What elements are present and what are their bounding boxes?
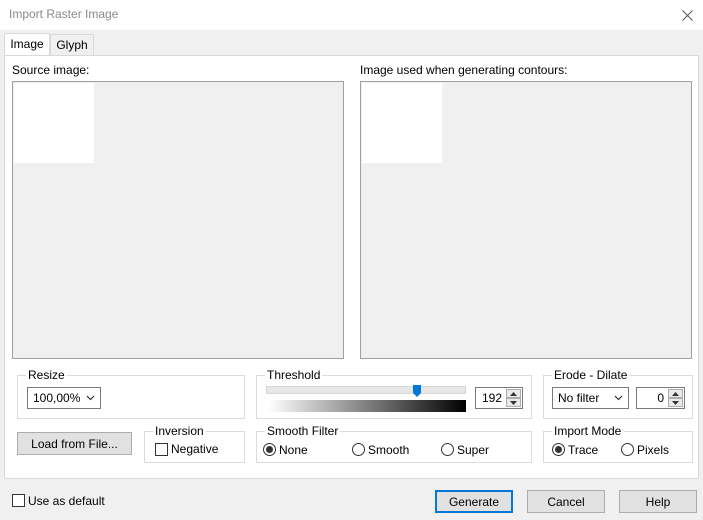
threshold-slider-thumb[interactable] [413, 385, 421, 397]
resize-select[interactable]: 100,00% [27, 387, 101, 409]
window-title: Import Raster Image [9, 7, 119, 21]
smooth-filter-super-label: Super [457, 443, 490, 457]
arrow-down-icon [510, 400, 517, 405]
erode-dilate-value: 0 [657, 391, 664, 405]
source-image-label: Source image: [12, 63, 90, 77]
source-image-thumbnail [14, 83, 94, 163]
arrow-up-icon [510, 391, 517, 396]
erode-dilate-group-title: Erode - Dilate [552, 368, 630, 382]
contour-image-label: Image used when generating contours: [360, 63, 568, 77]
smooth-filter-super-radio[interactable] [441, 443, 454, 456]
tab-image[interactable]: Image [4, 33, 50, 55]
import-mode-trace-radio[interactable] [552, 443, 565, 456]
erode-decrement-button[interactable] [668, 398, 683, 407]
import-mode-group: Import Mode [543, 424, 693, 463]
contour-image-preview [360, 81, 692, 359]
erode-increment-button[interactable] [668, 389, 683, 398]
close-icon [681, 9, 693, 21]
smooth-filter-group-title: Smooth Filter [265, 424, 341, 438]
erode-dilate-spinbox[interactable]: 0 [636, 387, 685, 409]
close-button[interactable] [672, 2, 702, 28]
smooth-filter-none-radio[interactable] [263, 443, 276, 456]
smooth-filter-smooth-radio[interactable] [352, 443, 365, 456]
resize-group-title: Resize [26, 368, 67, 382]
arrow-up-icon [672, 391, 679, 396]
use-as-default-checkbox[interactable] [12, 494, 25, 507]
import-mode-pixels-radio[interactable] [621, 443, 634, 456]
chevron-down-icon [614, 395, 623, 401]
source-image-preview [12, 81, 344, 359]
arrow-down-icon [672, 400, 679, 405]
radio-selected-dot [555, 446, 562, 453]
tab-glyph[interactable]: Glyph [50, 34, 94, 55]
erode-filter-value: No filter [558, 391, 600, 405]
negative-checkbox[interactable] [155, 443, 168, 456]
contour-image-thumbnail [362, 83, 442, 163]
smooth-filter-smooth-label: Smooth [368, 443, 410, 457]
erode-filter-select[interactable]: No filter [552, 387, 629, 409]
threshold-spinbox[interactable]: 192 [475, 387, 523, 409]
threshold-decrement-button[interactable] [506, 398, 521, 407]
help-button[interactable]: Help [619, 490, 697, 513]
threshold-group-title: Threshold [265, 368, 323, 382]
threshold-value: 192 [481, 391, 502, 405]
generate-button[interactable]: Generate [435, 490, 513, 513]
negative-label: Negative [171, 442, 219, 456]
inversion-group-title: Inversion [153, 424, 206, 438]
smooth-filter-none-label: None [279, 443, 308, 457]
use-as-default-label: Use as default [28, 494, 105, 508]
threshold-increment-button[interactable] [506, 389, 521, 398]
import-mode-pixels-label: Pixels [637, 443, 670, 457]
chevron-down-icon [86, 395, 95, 401]
import-mode-group-title: Import Mode [552, 424, 624, 438]
resize-select-value: 100,00% [33, 391, 81, 405]
radio-selected-dot [266, 446, 273, 453]
threshold-slider-track[interactable] [266, 386, 466, 394]
threshold-gradient-bar [268, 400, 466, 412]
import-mode-trace-label: Trace [568, 443, 599, 457]
load-from-file-button[interactable]: Load from File... [17, 432, 132, 455]
cancel-button[interactable]: Cancel [527, 490, 605, 513]
